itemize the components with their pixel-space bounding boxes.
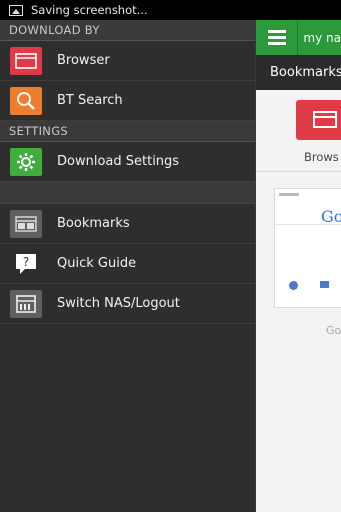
section-header-download-by: DOWNLOAD BY bbox=[0, 20, 255, 41]
drawer-item-bookmarks[interactable]: Bookmarks bbox=[0, 204, 255, 244]
drawer-item-label: BT Search bbox=[57, 93, 123, 108]
menu-icon[interactable] bbox=[256, 20, 299, 55]
drawer-item-label: Download Settings bbox=[57, 154, 180, 169]
main-content: my na Bookmarks Brows Go Go bbox=[256, 20, 341, 512]
bt-search-icon bbox=[10, 86, 42, 115]
nas-name[interactable]: my na bbox=[303, 31, 341, 45]
status-bar: Saving screenshot... bbox=[0, 0, 341, 20]
section-divider bbox=[0, 182, 255, 204]
bookmark-thumbnail[interactable]: Go bbox=[274, 188, 341, 308]
nas-icon bbox=[10, 289, 42, 318]
drawer-item-label: Browser bbox=[57, 53, 110, 68]
browser-icon bbox=[313, 111, 337, 128]
browser-icon bbox=[10, 46, 42, 75]
drawer-item-bt-search[interactable]: BT Search bbox=[0, 81, 255, 121]
bookmarks-icon bbox=[10, 209, 42, 238]
bookmark-thumbnail-label: Go bbox=[326, 324, 341, 337]
page-title: Bookmarks bbox=[256, 55, 341, 90]
section-header-settings: SETTINGS bbox=[0, 121, 255, 142]
browser-tile-label: Brows bbox=[304, 150, 339, 164]
drawer-item-download-settings[interactable]: Download Settings bbox=[0, 142, 255, 182]
navigation-drawer: DOWNLOAD BY Browser BT Search SETTINGS D… bbox=[0, 20, 256, 512]
drawer-item-label: Switch NAS/Logout bbox=[57, 296, 180, 311]
drawer-item-browser[interactable]: Browser bbox=[0, 41, 255, 81]
app-top-bar: my na bbox=[256, 20, 341, 55]
drawer-item-switch-nas[interactable]: Switch NAS/Logout bbox=[0, 284, 255, 324]
drawer-item-quick-guide[interactable]: ? Quick Guide bbox=[0, 244, 255, 284]
browser-tile[interactable] bbox=[296, 100, 341, 140]
drawer-item-label: Quick Guide bbox=[57, 256, 137, 271]
status-notification: Saving screenshot... bbox=[31, 3, 148, 17]
content-divider bbox=[256, 171, 341, 172]
image-icon bbox=[9, 4, 23, 16]
svg-text:?: ? bbox=[23, 255, 29, 269]
drawer-item-label: Bookmarks bbox=[57, 216, 130, 231]
gear-icon bbox=[10, 147, 42, 176]
question-icon: ? bbox=[10, 250, 42, 278]
